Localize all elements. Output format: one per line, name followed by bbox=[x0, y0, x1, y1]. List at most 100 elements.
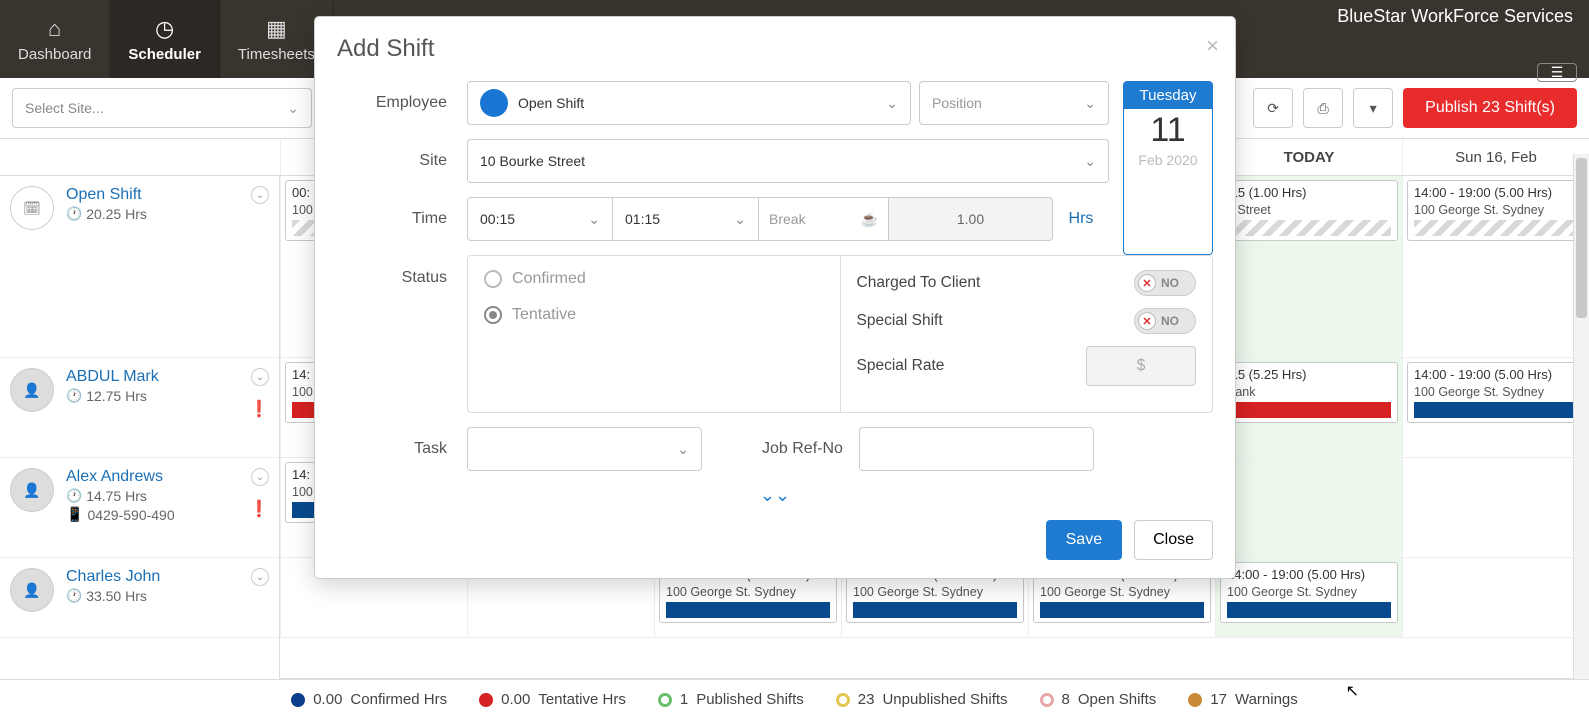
scrollbar-thumb[interactable] bbox=[1576, 158, 1587, 318]
employee-name[interactable]: Charles John bbox=[66, 568, 160, 586]
employee-name[interactable]: Open Shift bbox=[66, 186, 147, 204]
row-expand-button[interactable]: ⌄ bbox=[251, 468, 269, 486]
clock-icon: 🕐 bbox=[66, 588, 82, 604]
shift-location: 100 George St. Sydney bbox=[666, 584, 830, 600]
avatar: 👤 bbox=[10, 468, 54, 512]
site-filter-placeholder: Select Site... bbox=[25, 100, 104, 116]
more-dropdown[interactable]: ▾ bbox=[1353, 88, 1393, 128]
shift-status-bar bbox=[1227, 402, 1391, 418]
charged-to-client-toggle[interactable]: ✕ NO bbox=[1134, 270, 1196, 296]
chevron-down-icon: ⌄ bbox=[1084, 153, 1096, 170]
time-end-select[interactable]: 01:15 ⌄ bbox=[613, 197, 759, 241]
employee-phone: 0429-590-490 bbox=[87, 507, 174, 523]
shift-time: 14:00 - 19:00 (5.00 Hrs) bbox=[1227, 567, 1391, 584]
shift-location: 100 George St. Sydney bbox=[853, 584, 1017, 600]
status-tentative-radio[interactable]: Tentative bbox=[484, 306, 824, 324]
duration-display: 1.00 bbox=[889, 197, 1053, 241]
shift-card[interactable]: :15 (5.25 Hrs) Bank bbox=[1220, 362, 1398, 423]
print-button[interactable]: ⎙ bbox=[1303, 88, 1343, 128]
close-button[interactable]: Close bbox=[1134, 520, 1213, 560]
shift-time: 14:00 - 19:00 (5.00 Hrs) bbox=[1414, 367, 1578, 384]
employee-select[interactable]: 👤 Open Shift ⌄ bbox=[467, 81, 911, 125]
hamburger-menu[interactable]: ☰ bbox=[1537, 63, 1577, 82]
shift-card[interactable]: :15 (1.00 Hrs) e Street bbox=[1220, 180, 1398, 241]
duration-value: 1.00 bbox=[957, 211, 984, 227]
day-header-sun[interactable]: Sun 16, Feb bbox=[1402, 139, 1589, 175]
dot-icon bbox=[291, 693, 305, 707]
clock-icon: 🕐 bbox=[66, 488, 82, 504]
warning-icon[interactable]: ❗ bbox=[249, 399, 269, 419]
date-monthyear: Feb 2020 bbox=[1124, 152, 1212, 174]
toggle-value: NO bbox=[1161, 276, 1179, 290]
shift-location: 100 George St. Sydney bbox=[1414, 202, 1578, 218]
task-select[interactable]: ⌄ bbox=[467, 427, 702, 471]
special-shift-label: Special Shift bbox=[857, 312, 943, 330]
position-select[interactable]: Position ⌄ bbox=[919, 81, 1109, 125]
shift-card[interactable]: 14:00 - 19:00 (5.00 Hrs) 100 George St. … bbox=[1407, 362, 1585, 423]
shift-time: :15 (5.25 Hrs) bbox=[1227, 367, 1391, 384]
modal-title: Add Shift bbox=[337, 35, 1213, 63]
radio-label: Tentative bbox=[512, 306, 576, 324]
modal-close-button[interactable]: × bbox=[1206, 33, 1219, 59]
add-shift-modal: Add Shift × Employee 👤 Open Shift ⌄ Posi… bbox=[314, 16, 1236, 579]
nav-dashboard-label: Dashboard bbox=[18, 46, 91, 63]
shift-status-bar bbox=[1414, 402, 1578, 418]
employee-name[interactable]: ABDUL Mark bbox=[66, 368, 159, 386]
shift-card[interactable]: 14:00 - 19:00 (5.00 Hrs) 100 George St. … bbox=[1220, 562, 1398, 623]
shift-time: :15 (1.00 Hrs) bbox=[1227, 185, 1391, 202]
job-ref-input[interactable] bbox=[859, 427, 1094, 471]
save-button[interactable]: Save bbox=[1046, 520, 1122, 560]
employee-sidebar: 🗓 Open Shift 🕐20.25 Hrs ⌄ 👤 ABDUL Mark 🕐… bbox=[0, 176, 280, 679]
expand-more-button[interactable]: ⌄⌄ bbox=[337, 485, 1213, 506]
status-confirmed-radio[interactable]: Confirmed bbox=[484, 270, 824, 288]
coffee-icon: ☕ bbox=[861, 211, 878, 228]
position-placeholder: Position bbox=[932, 95, 982, 111]
avatar: 👤 bbox=[10, 568, 54, 612]
break-input[interactable]: Break ☕ bbox=[759, 197, 889, 241]
shift-status-bar bbox=[853, 602, 1017, 618]
status-footer: 0.00Confirmed Hrs 0.00Tentative Hrs 1Pub… bbox=[0, 679, 1589, 719]
shift-status-bar bbox=[1227, 602, 1391, 618]
special-rate-input[interactable]: $ bbox=[1086, 346, 1196, 386]
site-select[interactable]: 10 Bourke Street ⌄ bbox=[467, 139, 1109, 183]
nav-scheduler[interactable]: ◷ Scheduler bbox=[110, 0, 220, 78]
nav-timesheets-label: Timesheets bbox=[238, 46, 315, 63]
row-expand-button[interactable]: ⌄ bbox=[251, 186, 269, 204]
site-select-value: 10 Bourke Street bbox=[480, 153, 585, 169]
time-start-select[interactable]: 00:15 ⌄ bbox=[467, 197, 613, 241]
charged-to-client-label: Charged To Client bbox=[857, 274, 981, 292]
x-icon: ✕ bbox=[1138, 274, 1156, 292]
shift-time: 14:00 - 19:00 (5.00 Hrs) bbox=[1414, 185, 1578, 202]
grid-cell-today[interactable]: :15 (1.00 Hrs) e Street bbox=[1215, 176, 1402, 357]
dollar-icon: $ bbox=[1137, 357, 1146, 375]
chevron-down-icon: ⌄ bbox=[886, 95, 898, 112]
warning-icon[interactable]: ❗ bbox=[249, 499, 269, 519]
row-expand-button[interactable]: ⌄ bbox=[251, 368, 269, 386]
special-shift-toggle[interactable]: ✕ NO bbox=[1134, 308, 1196, 334]
publish-button[interactable]: Publish 23 Shift(s) bbox=[1403, 88, 1577, 128]
chevron-down-icon: ⌄ bbox=[734, 211, 746, 228]
employee-name[interactable]: Alex Andrews bbox=[66, 468, 175, 486]
nav-dashboard[interactable]: ⌂ Dashboard bbox=[0, 0, 110, 78]
field-label-jobref: Job Ref-No bbox=[762, 440, 859, 458]
refresh-button[interactable]: ⟳ bbox=[1253, 88, 1293, 128]
site-filter-select[interactable]: Select Site... ⌄ bbox=[12, 88, 312, 128]
special-rate-label: Special Rate bbox=[857, 357, 945, 375]
radio-icon bbox=[484, 306, 502, 324]
stat-open: 8Open Shifts bbox=[1040, 691, 1157, 708]
employee-row-abdul: 👤 ABDUL Mark 🕐12.75 Hrs ⌄ ❗ bbox=[0, 358, 279, 458]
calendar-icon: ▦ bbox=[266, 16, 287, 42]
row-expand-button[interactable]: ⌄ bbox=[251, 568, 269, 586]
shift-location: 100 George St. Sydney bbox=[1040, 584, 1204, 600]
vertical-scrollbar[interactable] bbox=[1573, 154, 1589, 679]
date-badge[interactable]: Tuesday 11 Feb 2020 bbox=[1123, 81, 1213, 255]
field-label-time: Time bbox=[337, 210, 467, 228]
day-header-today[interactable]: TODAY bbox=[1215, 139, 1402, 175]
home-icon: ⌂ bbox=[48, 16, 61, 42]
shift-card[interactable]: 14:00 - 19:00 (5.00 Hrs) 100 George St. … bbox=[1407, 180, 1585, 241]
employee-row-alex: 👤 Alex Andrews 🕐14.75 Hrs 📱0429-590-490 … bbox=[0, 458, 279, 558]
field-label-status: Status bbox=[337, 269, 467, 287]
print-icon: ⎙ bbox=[1318, 100, 1329, 117]
grid-cell[interactable]: 14:00 - 19:00 (5.00 Hrs) 100 George St. … bbox=[1402, 176, 1589, 357]
clock-icon: ◷ bbox=[155, 16, 174, 42]
